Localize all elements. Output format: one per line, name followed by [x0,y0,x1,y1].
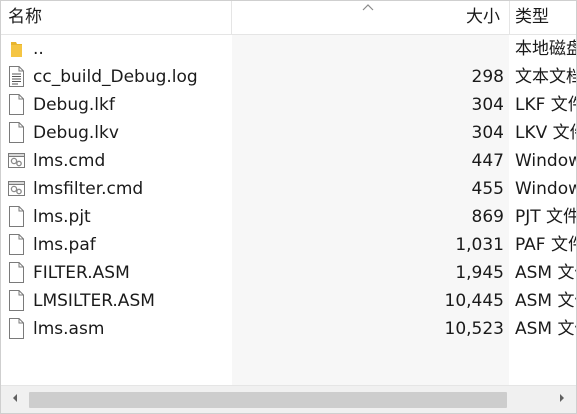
file-type: ASM 文件 [515,263,576,283]
file-size: 869 [471,207,504,227]
file-type: PAF 文件 [515,235,576,255]
file-type: 本地磁盘 [515,39,576,59]
file-icon [8,94,25,115]
file-type: 文本文档 [515,67,576,87]
file-size: 455 [471,179,504,199]
file-type: ASM 文件 [515,319,576,339]
file-name: lms.asm [33,319,105,339]
file-icon [8,318,25,339]
file-row[interactable]: lms.paf 1,031 PAF 文件 [1,231,576,259]
cmd-script-icon [8,150,25,171]
file-size: 298 [471,67,504,87]
cmd-script-icon [8,178,25,199]
file-list-view: 名称 大小 类型 .. 本地磁盘 cc_build_Debug.log 298 文本文档… [0,0,577,414]
file-type: LKF 文件 [515,95,576,115]
file-row[interactable]: lms.pjt 869 PJT 文件 [1,203,576,231]
file-size: 10,445 [444,291,504,311]
file-name: cc_build_Debug.log [33,67,198,87]
file-size: 1,945 [455,263,504,283]
file-row[interactable]: lms.asm 10,523 ASM 文件 [1,315,576,343]
file-name: FILTER.ASM [33,263,130,283]
file-type: Windows [515,151,576,171]
file-icon [8,122,25,143]
file-type: Windows [515,179,576,199]
file-row[interactable]: lms.cmd 447 Windows [1,147,576,175]
file-row[interactable]: Debug.lkf 304 LKF 文件 [1,91,576,119]
file-row[interactable]: Debug.lkv 304 LKV 文件 [1,119,576,147]
file-type: LKV 文件 [515,123,576,143]
scroll-left-button[interactable] [1,386,29,413]
file-size: 447 [471,151,504,171]
file-row[interactable]: cc_build_Debug.log 298 文本文档 [1,63,576,91]
file-row[interactable]: lmsfilter.cmd 455 Windows [1,175,576,203]
file-icon [8,290,25,311]
file-row[interactable]: FILTER.ASM 1,945 ASM 文件 [1,259,576,287]
file-type: ASM 文件 [515,291,576,311]
file-size: 304 [471,95,504,115]
file-row[interactable]: .. 本地磁盘 [1,35,576,63]
column-header-name[interactable]: 名称 [8,1,228,34]
file-name: Debug.lkv [33,123,119,143]
file-icon [8,234,25,255]
file-type: PJT 文件 [515,207,576,227]
text-document-icon [8,66,25,87]
file-name: LMSILTER.ASM [33,291,155,311]
file-row[interactable]: LMSILTER.ASM 10,445 ASM 文件 [1,287,576,315]
file-size: 10,523 [444,319,504,339]
column-header-size[interactable]: 大小 [232,1,504,34]
file-size: 1,031 [455,235,504,255]
file-name: lms.paf [33,235,96,255]
file-name: lmsfilter.cmd [33,179,144,199]
file-name: .. [33,39,44,59]
scroll-right-button[interactable] [548,386,576,413]
file-rows: .. 本地磁盘 cc_build_Debug.log 298 文本文档 Debug.lkf… [1,35,576,343]
chevron-left-icon [13,394,17,402]
column-header-bar: 名称 大小 类型 [1,1,576,35]
file-icon [8,206,25,227]
column-header-type[interactable]: 类型 [515,1,576,34]
folder-icon [8,38,25,59]
horizontal-scrollbar[interactable] [1,385,576,413]
file-name: lms.pjt [33,207,91,227]
scrollbar-thumb[interactable] [29,392,507,408]
file-size: 304 [471,123,504,143]
chevron-right-icon [560,394,564,402]
column-divider[interactable] [509,1,510,34]
file-icon [8,262,25,283]
file-name: Debug.lkf [33,95,115,115]
file-name: lms.cmd [33,151,106,171]
